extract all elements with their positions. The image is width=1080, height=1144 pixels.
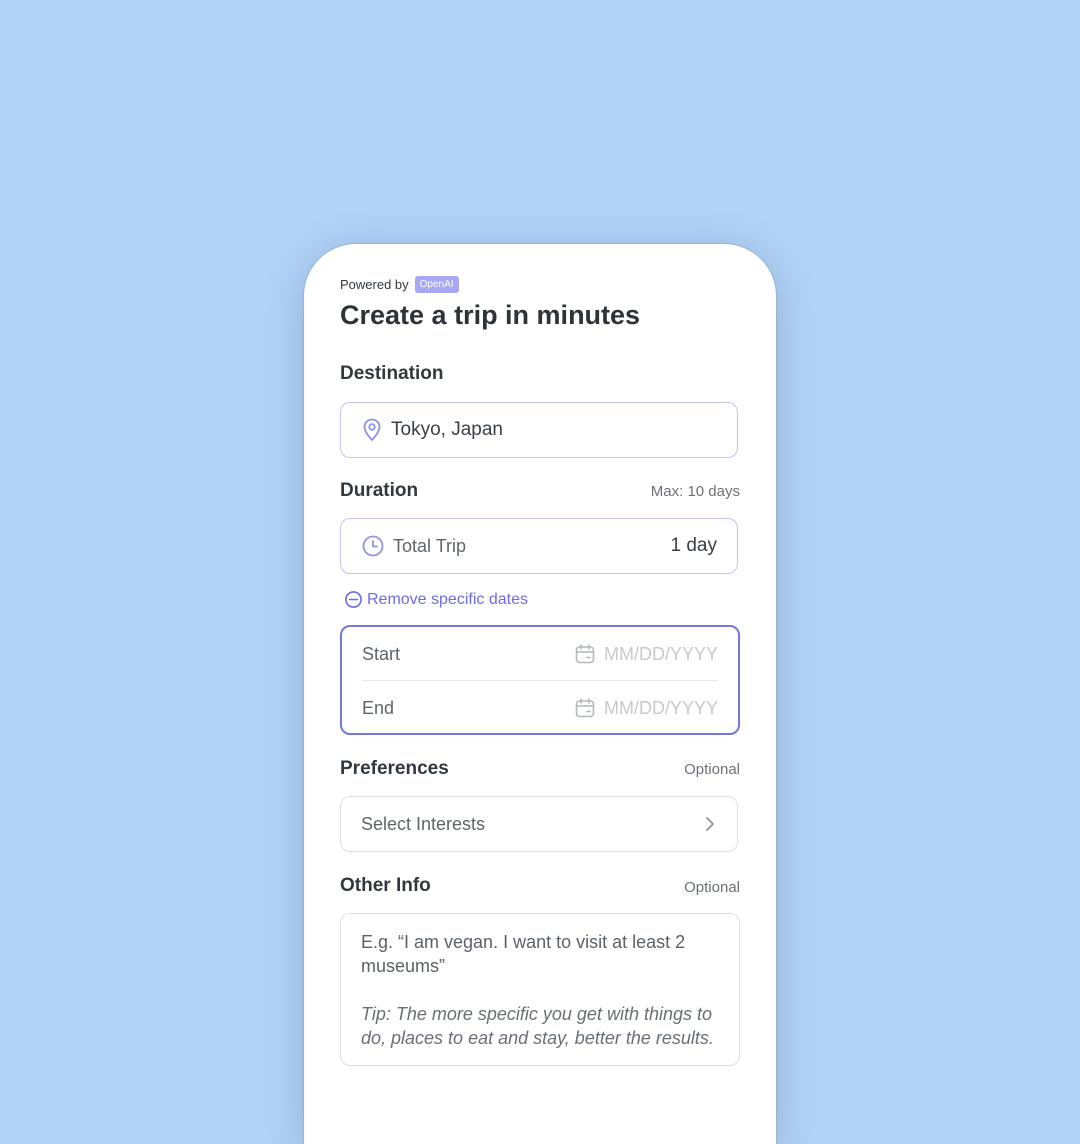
preferences-optional-hint: Optional (684, 761, 740, 778)
location-pin-icon (361, 418, 383, 442)
remove-specific-dates-link[interactable]: Remove specific dates (344, 590, 528, 609)
end-date-placeholder: MM/DD/YYYY (603, 697, 718, 718)
end-date-label: End (362, 697, 395, 718)
other-info-tip: Tip: The more specific you get with thin… (361, 1004, 714, 1048)
other-info-label: Other Info (340, 875, 431, 896)
calendar-icon (574, 697, 596, 719)
start-date-placeholder: MM/DD/YYYY (603, 643, 718, 664)
select-interests-label: Select Interests (361, 813, 486, 834)
preferences-label: Preferences (340, 758, 449, 779)
start-date-label: Start (362, 643, 401, 664)
date-range-box: Start MM/DD/YYYY End MM/DD/YYYY (340, 625, 740, 735)
other-info-placeholder: E.g. “I am vegan. I want to visit at lea… (361, 932, 686, 976)
minus-circle-icon (344, 590, 363, 609)
calendar-icon (574, 643, 596, 665)
page-title: Create a trip in minutes (340, 300, 641, 330)
other-info-textarea[interactable]: E.g. “I am vegan. I want to visit at lea… (340, 913, 740, 1066)
start-date-field[interactable]: Start MM/DD/YYYY (362, 627, 718, 681)
clock-icon (361, 534, 385, 558)
duration-max-hint: Max: 10 days (650, 483, 740, 500)
destination-label: Destination (340, 363, 444, 384)
phone-screen: Powered by OpenAI Create a trip in minut… (304, 244, 776, 1144)
select-interests-button[interactable]: Select Interests (340, 796, 738, 852)
duration-value: 1 day (670, 535, 717, 556)
remove-specific-dates-text: Remove specific dates (367, 590, 528, 608)
openai-badge: OpenAI (414, 276, 459, 293)
total-trip-label: Total Trip (393, 535, 467, 556)
powered-by-text: Powered by (340, 277, 409, 292)
end-date-field[interactable]: End MM/DD/YYYY (362, 681, 718, 735)
duration-label: Duration (340, 480, 419, 501)
destination-value: Tokyo, Japan (391, 419, 503, 440)
chevron-right-icon (703, 815, 717, 833)
other-info-optional-hint: Optional (684, 879, 740, 896)
destination-input[interactable]: Tokyo, Japan (340, 402, 738, 458)
powered-by: Powered by OpenAI (340, 276, 459, 293)
duration-field[interactable]: Total Trip 1 day (340, 518, 738, 574)
